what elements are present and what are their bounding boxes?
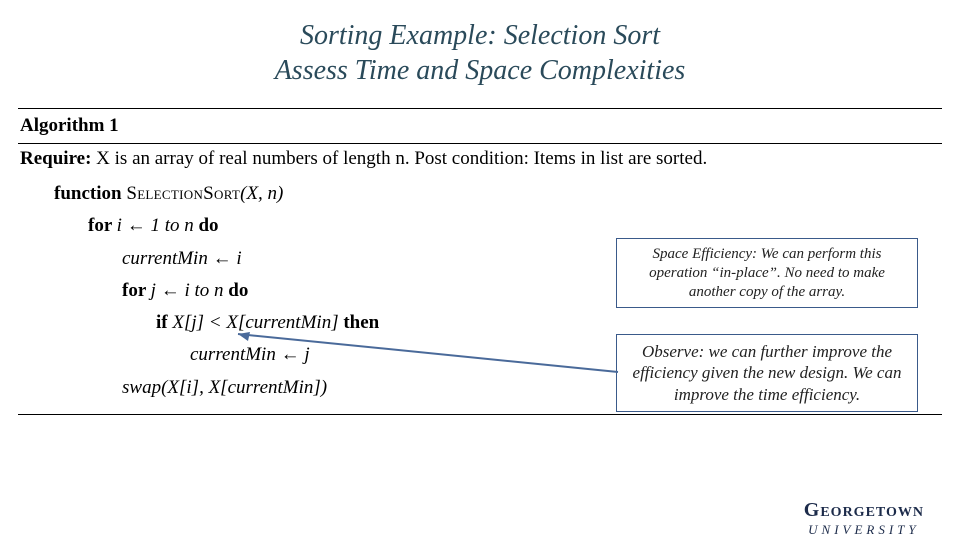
title-line-1: Sorting Example: Selection Sort (300, 20, 660, 51)
logo-sub: UNIVERSITY (804, 522, 924, 538)
slide-title: Sorting Example: Selection Sort Assess T… (0, 18, 960, 88)
rule-bottom (18, 414, 942, 415)
callout-observe: Observe: we can further improve the effi… (616, 334, 918, 412)
title-line-2: Assess Time and Space Complexities (275, 55, 686, 86)
logo-name: Georgetown (804, 499, 924, 522)
callout-space-efficiency: Space Efficiency: We can perform this op… (616, 238, 918, 308)
code-line-1: function SelectionSort(X, n) (20, 178, 942, 210)
algorithm-heading: Algorithm 1 (18, 109, 942, 143)
georgetown-logo: Georgetown UNIVERSITY (804, 499, 924, 538)
require-line: Require: X is an array of real numbers o… (18, 144, 942, 176)
